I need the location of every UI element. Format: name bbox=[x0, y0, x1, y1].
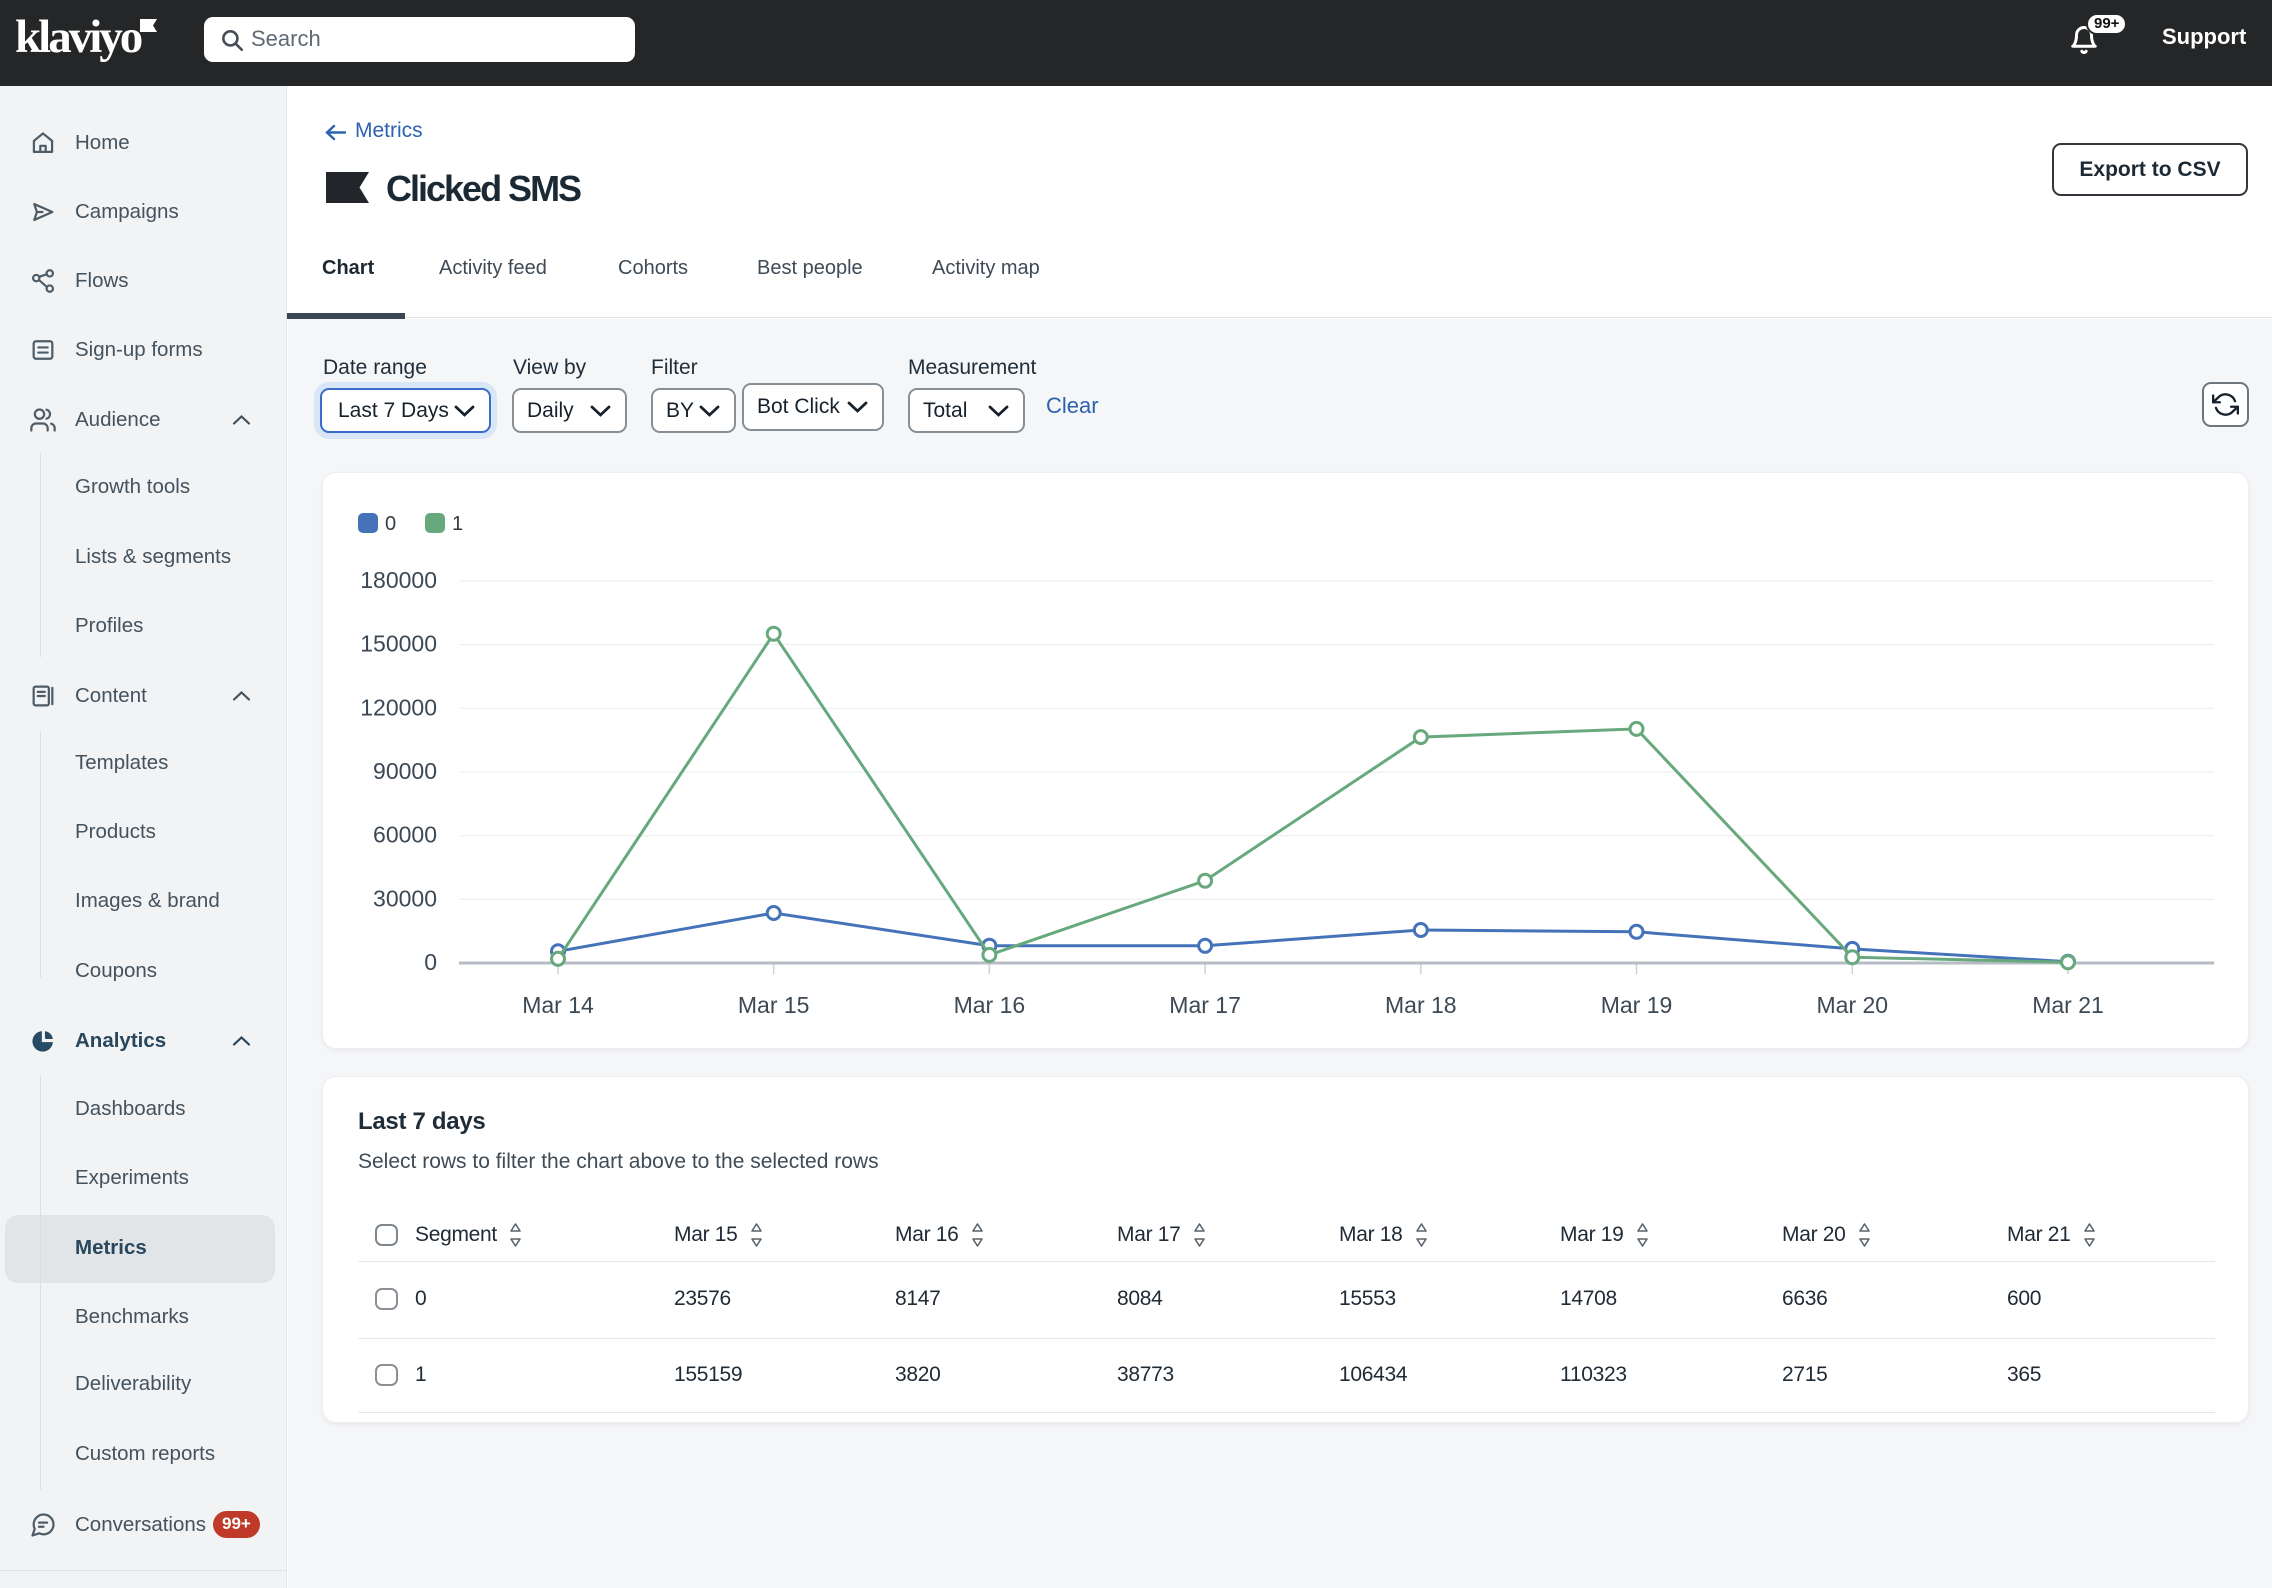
svg-text:Mar 20: Mar 20 bbox=[1817, 992, 1889, 1018]
svg-text:60000: 60000 bbox=[373, 822, 437, 848]
svg-text:Mar 17: Mar 17 bbox=[1169, 992, 1241, 1018]
svg-text:Mar 14: Mar 14 bbox=[522, 992, 594, 1018]
svg-text:150000: 150000 bbox=[360, 631, 437, 657]
svg-text:Mar 21: Mar 21 bbox=[2032, 992, 2104, 1018]
svg-text:Mar 15: Mar 15 bbox=[738, 992, 810, 1018]
svg-text:Mar 19: Mar 19 bbox=[1601, 992, 1673, 1018]
svg-text:30000: 30000 bbox=[373, 885, 437, 911]
svg-text:Mar 16: Mar 16 bbox=[954, 992, 1026, 1018]
svg-text:Mar 18: Mar 18 bbox=[1385, 992, 1457, 1018]
svg-text:90000: 90000 bbox=[373, 758, 437, 784]
svg-text:120000: 120000 bbox=[360, 694, 437, 720]
svg-text:180000: 180000 bbox=[360, 567, 437, 593]
svg-text:0: 0 bbox=[424, 949, 437, 975]
